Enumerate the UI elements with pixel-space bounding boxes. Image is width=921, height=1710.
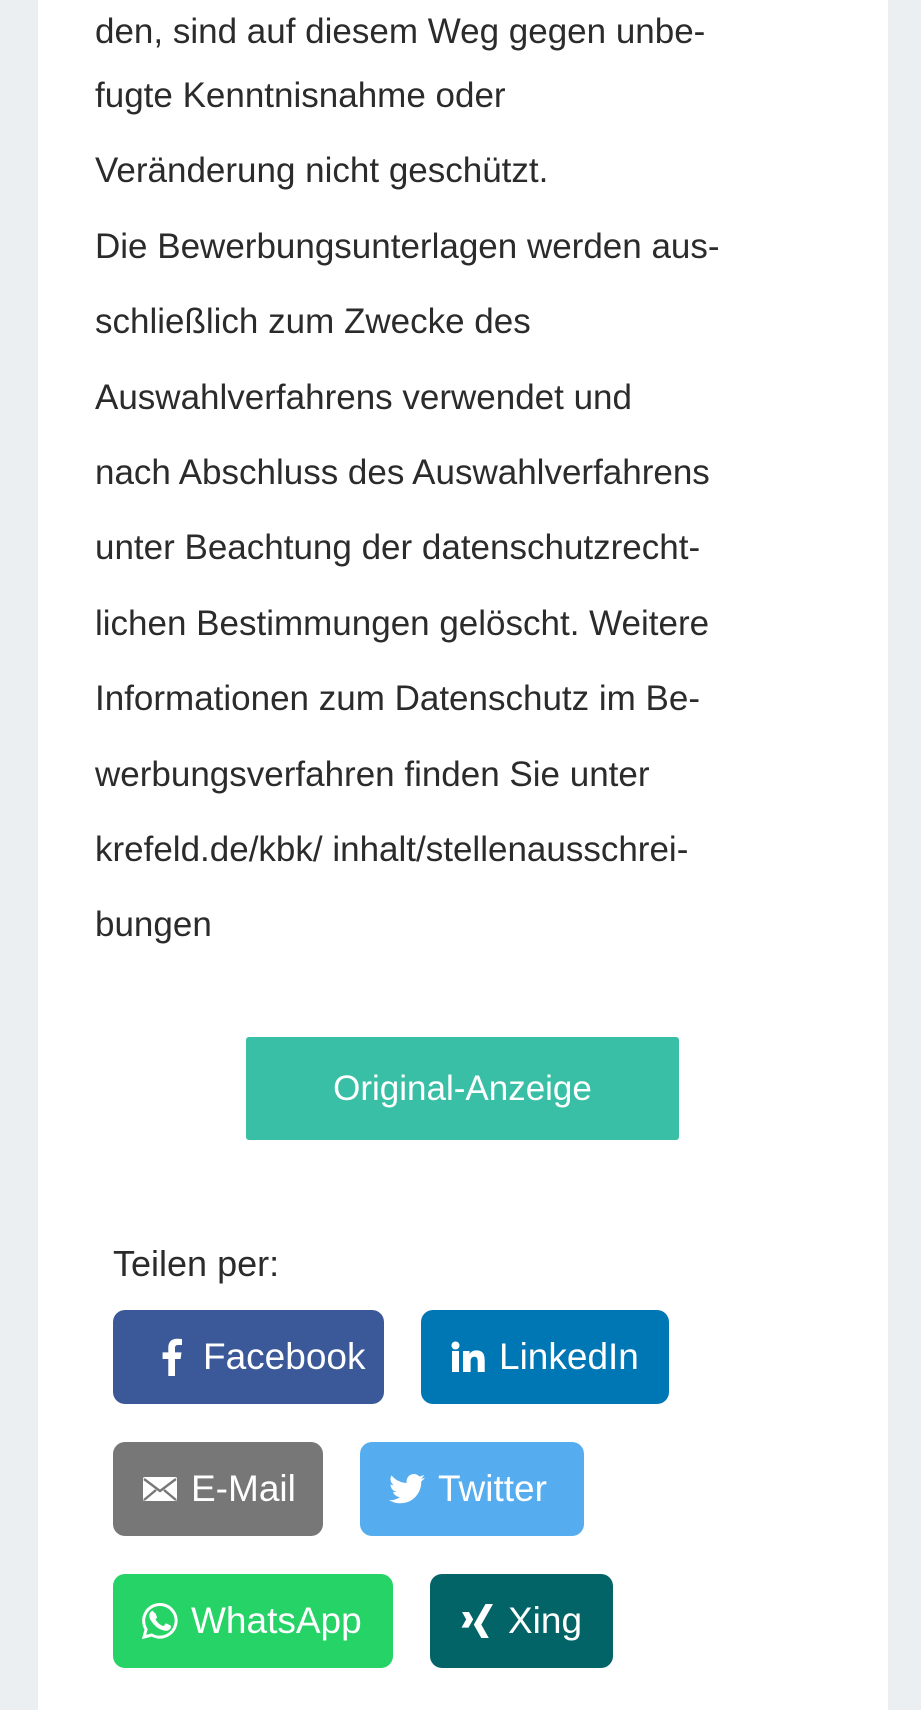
share-linkedin-label: LinkedIn [499,1336,639,1377]
email-icon [141,1469,179,1509]
article-line: Veränderung nicht geschützt. [95,151,549,191]
share-email-label: E-Mail [191,1468,296,1509]
share-whatsapp-button[interactable]: WhatsApp [113,1574,393,1668]
share-xing-label: Xing [508,1600,583,1641]
article-line: fugte Kenntnisnahme oder [95,76,506,115]
original-ad-button[interactable]: Original-Anzeige [246,1037,679,1140]
share-linkedin-button[interactable]: LinkedIn [421,1310,669,1404]
article-line: lichen Bestimmungen gelöscht. Weitere [95,603,710,643]
share-label: Teilen per: [113,1243,280,1284]
article-line: nach Abschluss des Auswahlverfahrens [95,452,710,492]
share-xing-button[interactable]: Xing [430,1574,613,1668]
share-twitter-button[interactable]: Twitter [360,1442,584,1536]
share-facebook-label: Facebook [203,1336,366,1377]
whatsapp-icon [141,1601,179,1641]
facebook-icon [153,1337,191,1377]
article-line: Auswahlverfahrens verwendet und [95,377,632,417]
article-line: schließlich zum Zwecke des [95,302,531,342]
article-line: bungen [95,905,212,945]
xing-icon [458,1601,496,1641]
share-facebook-button[interactable]: Facebook [113,1310,384,1404]
twitter-icon [388,1469,426,1509]
share-twitter-label: Twitter [438,1468,547,1509]
article-line: werbungsverfahren finden Sie unter [95,754,650,794]
article-line: unter Beachtung der datenschutzrecht- [95,528,701,568]
share-whatsapp-label: WhatsApp [191,1600,362,1641]
article-line: krefeld.de/kbk/ inhalt/stellenausschrei- [95,829,689,869]
linkedin-icon [449,1337,487,1377]
article-line: Die Bewerbungsunterlagen werden aus- [95,226,720,266]
share-email-button[interactable]: E-Mail [113,1442,323,1536]
article-body: den, sind auf diesem Weg gegen unbe- fug… [95,0,795,969]
article-line: Informationen zum Datenschutz im Be- [95,679,700,719]
article-line: den, sind auf diesem Weg gegen unbe- [95,12,706,51]
